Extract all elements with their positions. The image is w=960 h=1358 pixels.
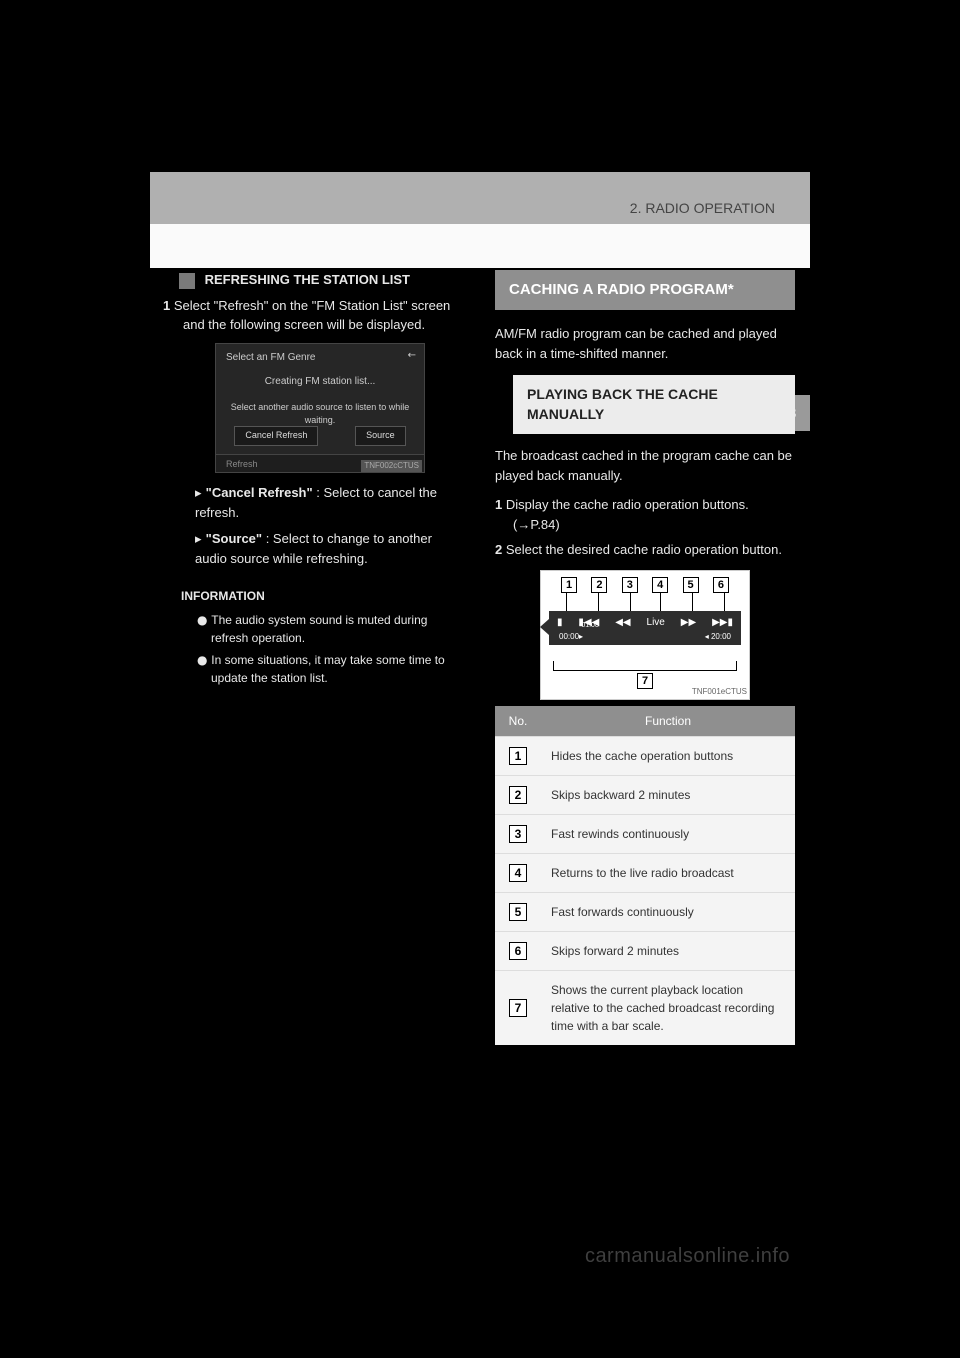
arrow-icon: ▸ [195, 486, 206, 501]
ffwd-icon[interactable]: ▶▶ [681, 615, 696, 630]
row-num: 2 [509, 786, 527, 804]
screenshot-code: TNF002cCTUS [361, 460, 422, 472]
hide-icon[interactable]: ▮ [557, 615, 563, 630]
callout-5: 5 [683, 577, 699, 593]
step-number: 1 [163, 298, 170, 313]
th-function: Function [541, 706, 795, 737]
caching-intro: AM/FM radio program can be cached and pl… [495, 324, 795, 363]
bullet-icon: ● [197, 653, 211, 667]
right-step-1-text: Display the cache radio operation button… [506, 497, 749, 532]
bracket-icon [553, 661, 737, 671]
callout-1: 1 [561, 577, 577, 593]
playback-bar: ▮ ▮◀◀ ◀◀ Live ▶▶ ▶▶▮ 00:00▸ -01:08 ◂ 20:… [549, 611, 741, 645]
row-text: Skips backward 2 minutes [541, 775, 795, 814]
row-num: 4 [509, 864, 527, 882]
bullet-icon: ● [197, 613, 211, 627]
row-text: Fast rewinds continuously [541, 814, 795, 853]
left-step-1: 1 Select "Refresh" on the "FM Station Li… [183, 296, 465, 335]
table-row: 6 Skips forward 2 minutes [495, 931, 795, 970]
cancel-refresh-desc: ▸ "Cancel Refresh" : Select to cancel th… [195, 483, 465, 523]
step-number: 2 [495, 542, 502, 557]
info-bullet-2-text: In some situations, it may take some tim… [211, 653, 445, 685]
refresh-heading-row: REFRESHING THE STATION LIST [179, 270, 465, 290]
screenshot-button-row: Cancel Refresh Source [216, 426, 424, 446]
skip-fwd-icon[interactable]: ▶▶▮ [712, 615, 733, 630]
rewind-icon[interactable]: ◀◀ [615, 615, 630, 630]
table-row: 5 Fast forwards continuously [495, 892, 795, 931]
header-lower-bar [150, 224, 810, 268]
source-button[interactable]: Source [355, 426, 406, 446]
row-text: Hides the cache operation buttons [541, 736, 795, 775]
step-number: 1 [495, 497, 502, 512]
table-row: 2 Skips backward 2 minutes [495, 775, 795, 814]
live-button[interactable]: Live [647, 615, 665, 630]
function-table: No. Function 1 Hides the cache operation… [495, 706, 795, 1045]
row-text: Fast forwards continuously [541, 892, 795, 931]
row-num: 1 [509, 747, 527, 765]
right-step-2-text: Select the desired cache radio operation… [506, 542, 782, 557]
information-title: INFORMATION [181, 587, 465, 605]
step-1-text: Select "Refresh" on the "FM Station List… [174, 298, 450, 333]
page: 2. RADIO OPERATION 3 REFRESHING THE STAT… [0, 0, 960, 1358]
source-desc: ▸ "Source" : Select to change to another… [195, 529, 465, 569]
diagram-code: TNF001eCTUS [692, 686, 747, 698]
callout-7: 7 [637, 673, 653, 689]
information-block: INFORMATION ● The audio system sound is … [181, 587, 465, 687]
playback-subheading: PLAYING BACK THE CACHE MANUALLY [513, 375, 795, 434]
table-row: 1 Hides the cache operation buttons [495, 736, 795, 775]
playback-intro: The broadcast cached in the program cach… [495, 446, 795, 485]
watermark: carmanualsonline.info [585, 1245, 790, 1268]
header-gray-bar [150, 172, 810, 224]
breadcrumb: 2. RADIO OPERATION [630, 200, 775, 216]
caching-heading: CACHING A RADIO PROGRAM* [495, 270, 795, 310]
info-bullet-1-text: The audio system sound is muted during r… [211, 613, 427, 645]
source-label: "Source" [206, 531, 262, 546]
playback-controls: ▮ ▮◀◀ ◀◀ Live ▶▶ ▶▶▮ [549, 611, 741, 631]
callout-6: 6 [713, 577, 729, 593]
callout-4: 4 [652, 577, 668, 593]
row-text: Shows the current playback location rela… [541, 970, 795, 1045]
heading-square-icon [179, 273, 195, 289]
time-right: ◂ 20:00 [705, 631, 731, 643]
right-column: CACHING A RADIO PROGRAM* AM/FM radio pro… [495, 270, 795, 1178]
table-row: 7 Shows the current playback location re… [495, 970, 795, 1045]
screenshot-message: Creating FM station list... [216, 374, 424, 389]
row-text: Skips forward 2 minutes [541, 931, 795, 970]
back-icon[interactable]: ← [408, 348, 416, 363]
row-num: 7 [509, 999, 527, 1017]
info-bullet-2: ● In some situations, it may take some t… [211, 651, 465, 687]
time-left: 00:00▸ [559, 631, 583, 643]
screenshot-subtext: Select another audio source to listen to… [216, 401, 424, 428]
offset-time: -01:08 [579, 621, 599, 632]
table-row: 3 Fast rewinds continuously [495, 814, 795, 853]
cancel-refresh-button[interactable]: Cancel Refresh [234, 426, 318, 446]
callout-row: 1 2 3 4 5 6 [561, 577, 729, 593]
left-column: REFRESHING THE STATION LIST 1 Select "Re… [165, 270, 465, 1178]
content-area: REFRESHING THE STATION LIST 1 Select "Re… [165, 270, 795, 1178]
row-num: 3 [509, 825, 527, 843]
play-indicator-icon [540, 619, 549, 635]
refresh-heading: REFRESHING THE STATION LIST [205, 272, 410, 287]
row-text: Returns to the live radio broadcast [541, 853, 795, 892]
fm-genre-screenshot: Select an FM Genre ← Creating FM station… [215, 343, 425, 473]
th-no: No. [495, 706, 541, 737]
row-num: 5 [509, 903, 527, 921]
info-bullet-1: ● The audio system sound is muted during… [211, 611, 465, 647]
callout-2: 2 [591, 577, 607, 593]
callout-lines [561, 593, 729, 611]
callout-3: 3 [622, 577, 638, 593]
right-step-1: 1 Display the cache radio operation butt… [513, 495, 795, 534]
screenshot-title: Select an FM Genre [226, 350, 315, 365]
row-num: 6 [509, 942, 527, 960]
cancel-refresh-label: "Cancel Refresh" [206, 485, 313, 500]
cache-control-diagram: 1 2 3 4 5 6 ▮ ▮◀◀ ◀◀ [540, 570, 750, 700]
table-row: 4 Returns to the live radio broadcast [495, 853, 795, 892]
arrow-icon: ▸ [195, 532, 206, 547]
right-step-2: 2 Select the desired cache radio operati… [513, 540, 795, 560]
playback-times: 00:00▸ -01:08 ◂ 20:00 [559, 631, 731, 643]
